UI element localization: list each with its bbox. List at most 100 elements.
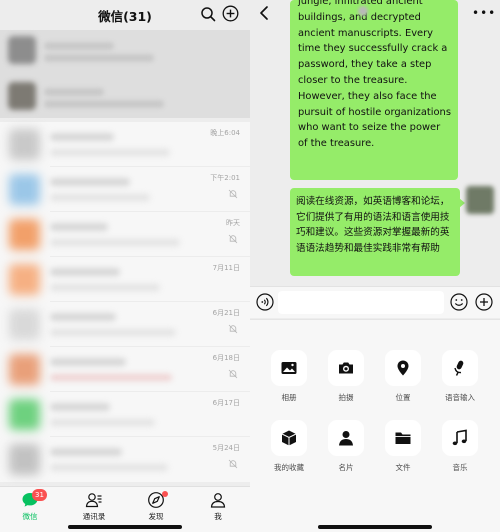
chat-name-blurred: [50, 448, 122, 456]
chat-name-blurred: [44, 88, 104, 96]
contacts-icon: [85, 493, 102, 508]
chat-row[interactable]: 下午2:01: [0, 167, 250, 212]
chat-preview-blurred: [50, 239, 180, 246]
chat-preview-blurred: [44, 100, 164, 108]
add-circle-icon[interactable]: [475, 293, 493, 311]
muted-bell-icon: [228, 234, 238, 244]
tab-label: 通讯录: [82, 512, 106, 521]
tab-discover[interactable]: 发现: [136, 491, 176, 525]
chat-preview-blurred: [50, 149, 170, 156]
conversation-header: •••: [250, 0, 500, 26]
tool-contact-card[interactable]: 名片: [320, 420, 372, 473]
tool-label: 我的收藏: [274, 463, 304, 472]
muted-bell-icon: [228, 369, 238, 379]
muted-bell-icon: [228, 459, 238, 469]
attachment-panel: 相册 拍摄 位置 语音输入 我的收藏 名片 文件 音乐: [250, 319, 500, 532]
chat-preview-blurred: [50, 329, 176, 336]
chat-row[interactable]: 6月18日: [0, 347, 250, 392]
avatar: [9, 354, 40, 385]
chat-time: 7月11日: [212, 264, 240, 272]
muted-bell-icon: [228, 189, 238, 199]
avatar: [9, 129, 40, 160]
voice-toggle-icon[interactable]: [256, 293, 274, 311]
person-icon: [210, 493, 226, 508]
chat-time: 5月24日: [212, 444, 240, 452]
search-icon[interactable]: [200, 6, 216, 22]
tool-label: 音乐: [452, 463, 468, 472]
more-options-icon[interactable]: •••: [472, 6, 496, 20]
contact-name-blurred: [358, 6, 368, 16]
avatar: [8, 82, 36, 110]
camera-icon: [339, 362, 353, 374]
avatar: [9, 399, 40, 430]
chat-row[interactable]: 6月21日: [0, 302, 250, 347]
tool-label: 名片: [338, 463, 354, 472]
tool-album[interactable]: 相册: [263, 350, 315, 403]
avatar[interactable]: [466, 186, 494, 214]
chat-name-blurred: [50, 313, 116, 321]
avatar: [9, 264, 40, 295]
tool-label: 拍摄: [338, 393, 354, 402]
tool-label: 文件: [395, 463, 411, 472]
chat-time: 6月18日: [212, 354, 240, 362]
unread-badge: 31: [32, 489, 47, 501]
chat-row[interactable]: 7月11日: [0, 257, 250, 302]
input-bar: [250, 286, 500, 318]
chat-time: 6月17日: [212, 399, 240, 407]
pinned-chats[interactable]: [0, 30, 250, 118]
chat-time: 下午2:01: [210, 174, 240, 182]
message-input[interactable]: [278, 291, 444, 314]
avatar: [9, 219, 40, 250]
chat-preview-blurred: [50, 464, 168, 471]
chat-name-blurred: [50, 178, 130, 186]
avatar: [8, 36, 36, 64]
add-circle-icon[interactable]: [222, 5, 239, 22]
avatar: [9, 309, 40, 340]
chat-row[interactable]: 昨天: [0, 212, 250, 257]
chat-row[interactable]: 5月24日: [0, 437, 250, 482]
chat-list-pane: 微信(31) 晚上6:04 下午2:01 昨天 7月11日 6月21日 6月18…: [0, 0, 250, 532]
tab-label: 我: [214, 512, 222, 521]
tool-music[interactable]: 音乐: [434, 420, 486, 473]
tool-voice-input[interactable]: 语音输入: [434, 350, 486, 403]
back-arrow-icon[interactable]: [258, 5, 270, 21]
chat-preview-blurred: [50, 419, 155, 426]
message-text: 阅读在线资源，如英语博客和论坛，它们提供了有用的语法和语言使用技巧和建议。这些资…: [296, 196, 450, 254]
chat-row[interactable]: 晚上6:04: [0, 122, 250, 167]
avatar: [9, 444, 40, 475]
home-indicator: [318, 525, 432, 529]
folder-icon: [395, 432, 411, 444]
chat-name-blurred: [50, 358, 126, 366]
tool-favorites[interactable]: 我的收藏: [263, 420, 315, 473]
chat-preview-blurred: [50, 284, 160, 291]
bottom-tab-bar: 31 微信 通讯录 发现 我: [0, 486, 250, 532]
conversation-pane: jungle, infiltrated ancient buildings, a…: [250, 0, 500, 532]
chat-preview-blurred: [44, 54, 154, 62]
tool-location[interactable]: 位置: [377, 350, 429, 403]
chat-name-blurred: [50, 223, 108, 231]
notification-dot: [162, 491, 168, 497]
home-indicator: [68, 525, 182, 529]
chat-time: 晚上6:04: [210, 129, 240, 137]
message-bubble-sent[interactable]: 阅读在线资源，如英语博客和论坛，它们提供了有用的语法和语言使用技巧和建议。这些资…: [290, 188, 465, 276]
tab-chats[interactable]: 31 微信: [10, 489, 50, 525]
tool-camera[interactable]: 拍摄: [320, 350, 372, 403]
chat-row[interactable]: 6月17日: [0, 392, 250, 437]
tab-label: 发现: [148, 512, 164, 521]
tab-me[interactable]: 我: [198, 491, 238, 525]
favorites-cube-icon: [281, 430, 297, 446]
tool-label: 相册: [281, 393, 297, 402]
chat-name-blurred: [50, 403, 110, 411]
chat-preview-blurred: [50, 374, 172, 381]
chat-name-blurred: [50, 133, 114, 141]
tool-file[interactable]: 文件: [377, 420, 429, 473]
contact-card-icon: [339, 431, 353, 446]
message-bubble-sent[interactable]: jungle, infiltrated ancient buildings, a…: [290, 0, 458, 180]
chat-time: 6月21日: [212, 309, 240, 317]
chat-list-header: 微信(31): [0, 0, 250, 30]
chat-name-blurred: [44, 42, 114, 50]
tab-contacts[interactable]: 通讯录: [74, 491, 114, 525]
emoji-icon[interactable]: [450, 293, 468, 311]
chat-time: 昨天: [226, 219, 240, 227]
music-icon: [452, 429, 467, 446]
